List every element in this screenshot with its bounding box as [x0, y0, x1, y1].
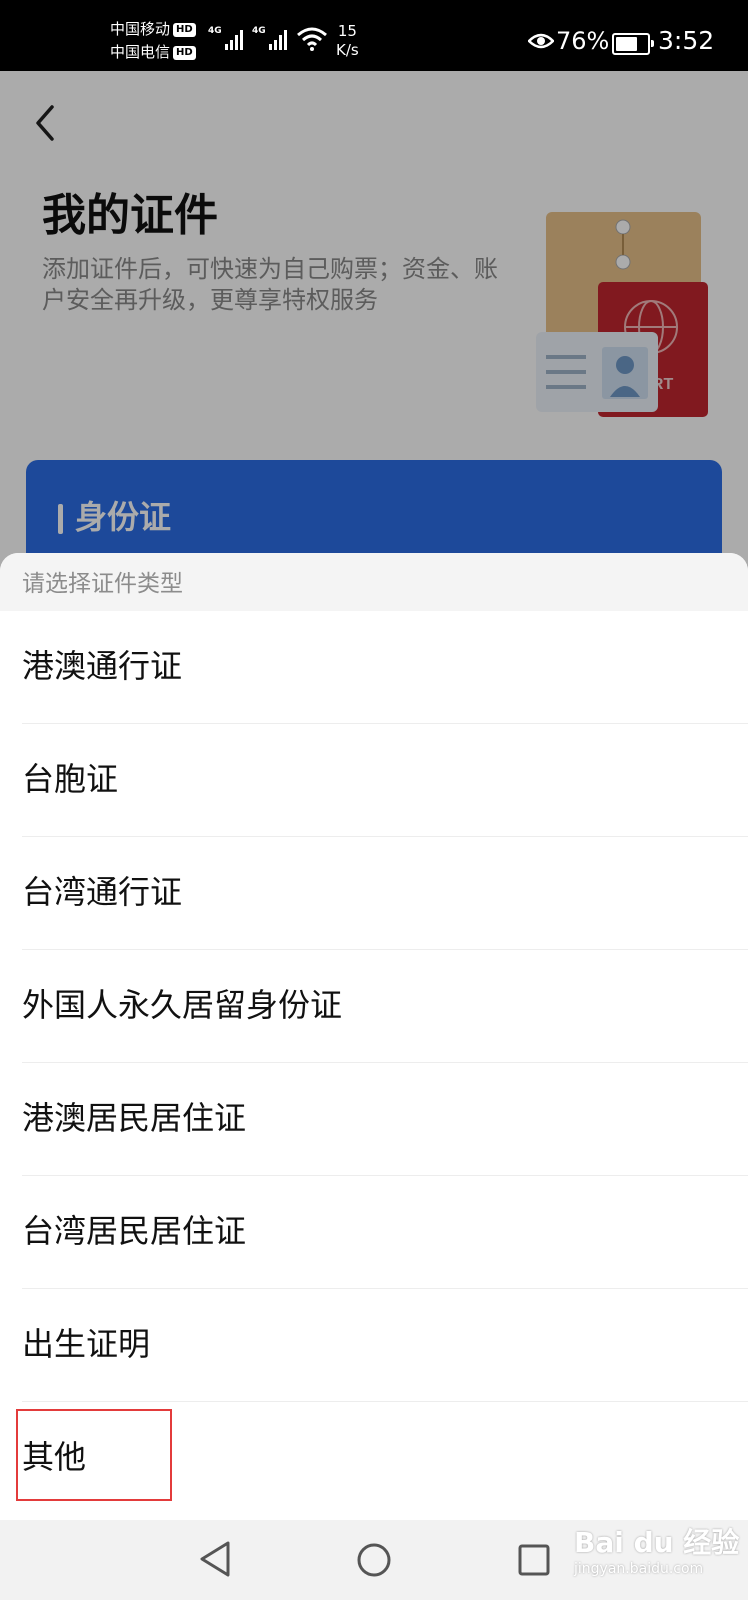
signal-icon: 4G: [252, 26, 287, 50]
clock: 3:52: [658, 26, 715, 55]
network-type: 4G: [252, 26, 266, 36]
network-speed: 15 K/s: [336, 22, 359, 59]
baidu-watermark: Bai du 经验 jingyan.baidu.com: [574, 1526, 740, 1577]
back-triangle-icon[interactable]: [198, 1540, 232, 1578]
network-type: 4G: [208, 26, 222, 36]
option-taiwan-compatriot-card[interactable]: 台胞证: [0, 724, 748, 837]
recent-square-icon[interactable]: [518, 1544, 550, 1576]
battery-percent: 76%: [556, 27, 610, 55]
option-hk-macau-pass[interactable]: 港澳通行证: [0, 611, 748, 724]
hd-badge: HD: [173, 22, 196, 37]
option-birth-certificate[interactable]: 出生证明: [0, 1289, 748, 1402]
status-bar: 中国移动 HD 中国电信 HD 4G 4G 15 K/s 76% 3:52: [0, 0, 748, 71]
hd-badge: HD: [173, 45, 196, 60]
battery-icon: [612, 33, 654, 55]
sheet-header: 请选择证件类型: [0, 553, 748, 611]
document-type-sheet: 请选择证件类型 港澳通行证 台胞证 台湾通行证 外国人永久居留身份证 港澳居民居…: [0, 553, 748, 1520]
home-circle-icon[interactable]: [356, 1542, 392, 1578]
wifi-icon: [297, 27, 327, 51]
option-foreigner-permanent-residence[interactable]: 外国人永久居留身份证: [0, 950, 748, 1063]
option-hk-macau-residence-permit[interactable]: 港澳居民居住证: [0, 1063, 748, 1176]
option-taiwan-pass[interactable]: 台湾通行证: [0, 837, 748, 950]
eye-icon: [528, 33, 554, 49]
signal-icon: 4G: [208, 26, 243, 50]
carrier-info: 中国移动 HD 中国电信 HD: [110, 18, 196, 64]
carrier-1: 中国移动: [110, 20, 171, 38]
system-nav-bar: Bai du 经验 jingyan.baidu.com: [0, 1520, 748, 1600]
carrier-2: 中国电信: [110, 43, 171, 61]
highlight-box: [16, 1409, 172, 1501]
option-taiwan-residence-permit[interactable]: 台湾居民居住证: [0, 1176, 748, 1289]
